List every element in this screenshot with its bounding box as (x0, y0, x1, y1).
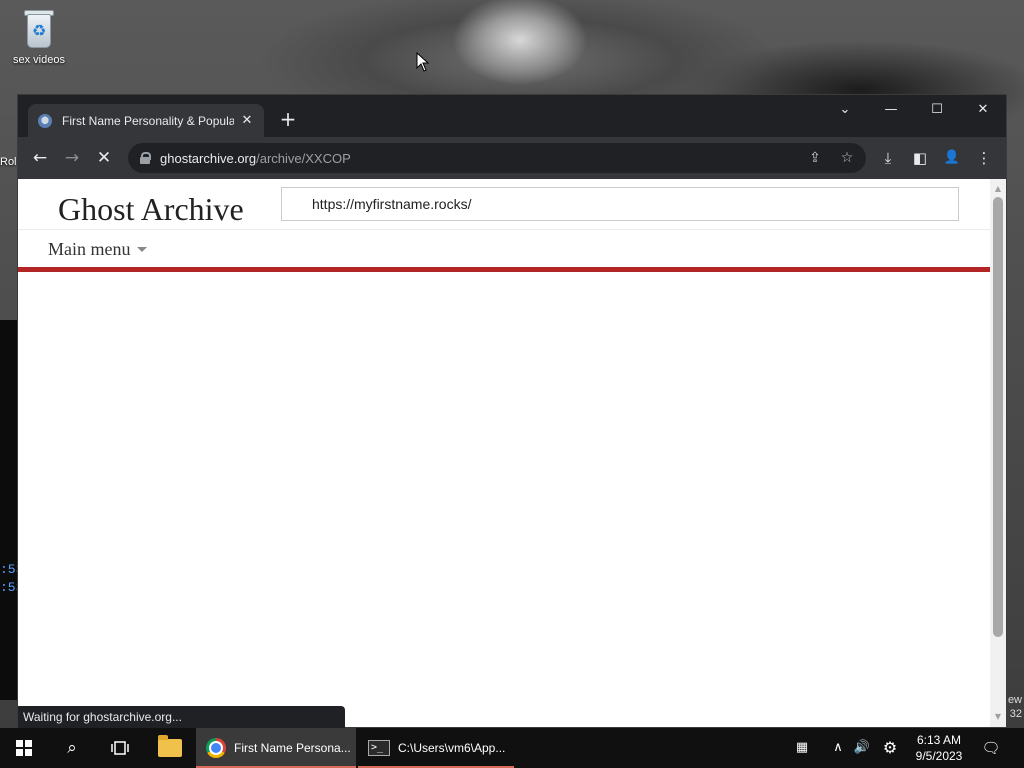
tab-title: First Name Personality & Popular (62, 113, 234, 128)
taskbar-item-label: C:\Users\vm6\App... (398, 741, 506, 755)
clock-date: 9/5/2023 (915, 749, 963, 763)
folder-icon (158, 735, 182, 757)
browser-tab-active[interactable]: First Name Personality & Popular ✕ (28, 104, 264, 137)
chrome-menu-icon[interactable]: ⋮ (972, 146, 996, 170)
background-window-edge (0, 320, 18, 700)
notifications-icon[interactable]: 🗨 (978, 728, 1004, 768)
side-panel-icon[interactable]: ◧ (908, 146, 932, 170)
ghostarchive-favicon-icon (38, 113, 52, 128)
search-button[interactable]: ⌕ (48, 728, 96, 768)
download-icon[interactable]: ⤓ (876, 146, 900, 170)
browser-window: First Name Personality & Popular ✕ + ⌄ —… (18, 95, 1006, 728)
tab-search-button[interactable]: ⌄ (822, 95, 868, 125)
taskbar-item-label: First Name Persona... (234, 741, 351, 755)
scroll-up-arrow-icon[interactable]: ▲ (990, 181, 1006, 197)
back-button[interactable]: ← (28, 146, 52, 170)
forward-button[interactable]: → (60, 146, 84, 170)
browser-titlebar: First Name Personality & Popular ✕ + ⌄ —… (18, 95, 1006, 137)
news-widget-icon[interactable]: ▦ (790, 728, 814, 768)
desktop-fragment-text: ew (1007, 694, 1022, 706)
scroll-down-arrow-icon[interactable]: ▼ (990, 709, 1006, 725)
main-menu-button[interactable]: Main menu (48, 239, 147, 260)
task-view-icon (111, 741, 129, 755)
recycle-bin-shortcut[interactable]: ♻ sex videos (8, 8, 70, 66)
web-page: Ghost Archive https://myfirstname.rocks/… (18, 179, 990, 727)
new-tab-button[interactable]: + (276, 107, 300, 131)
clock-time: 6:13 AM (916, 733, 962, 747)
desktop-fragment-text: 32 (1009, 708, 1022, 720)
minimize-button[interactable]: — (868, 95, 914, 125)
search-icon: ⌕ (67, 738, 77, 758)
desktop-fragment-text: :53 (0, 562, 24, 577)
file-explorer-button[interactable] (146, 728, 194, 768)
header-rule (18, 267, 990, 272)
taskbar-terminal-window[interactable]: >_ C:\Users\vm6\App... (358, 728, 514, 768)
url-host: ghostarchive.org (160, 150, 257, 166)
profile-icon[interactable]: 👤 (940, 146, 964, 170)
desktop-fragment-text: :53 (0, 580, 24, 595)
caret-down-icon (136, 247, 147, 252)
archive-url-input[interactable]: https://myfirstname.rocks/ (281, 187, 959, 221)
settings-gear-icon[interactable]: ⚙ (878, 728, 902, 768)
taskbar: ⌕ First Name Persona... >_ C:\Users\vm6\… (0, 728, 1024, 768)
terminal-icon: >_ (368, 740, 390, 756)
main-menu-label: Main menu (48, 239, 131, 259)
scrollbar-thumb[interactable] (993, 197, 1003, 637)
desktop-fragment-text: Rol (0, 156, 17, 168)
lock-icon[interactable] (140, 152, 151, 164)
site-title[interactable]: Ghost Archive (58, 191, 244, 228)
volume-icon[interactable]: 🔊 (850, 728, 874, 768)
stop-loading-button[interactable]: ✕ (92, 146, 116, 170)
desktop-icon-label: sex videos (13, 54, 65, 66)
task-view-button[interactable] (96, 728, 144, 768)
taskbar-chrome-window[interactable]: First Name Persona... (196, 728, 356, 768)
share-icon[interactable]: ⇪ (806, 149, 824, 167)
start-button[interactable] (0, 728, 48, 768)
url-path: /archive/XXCOP (256, 150, 351, 166)
browser-toolbar: ← → ✕ ghostarchive.org/archive/XXCOP ⇪ ☆… (18, 137, 1006, 179)
close-window-button[interactable]: ✕ (960, 95, 1006, 125)
maximize-button[interactable]: ☐ (914, 95, 960, 125)
windows-logo-icon (16, 740, 32, 756)
divider (18, 229, 990, 230)
tab-close-icon[interactable]: ✕ (240, 113, 254, 128)
page-scrollbar[interactable]: ▲ ▼ (990, 179, 1006, 727)
mouse-cursor-icon (416, 52, 430, 72)
recycle-bin-icon: ♻ (21, 8, 57, 50)
chrome-icon (206, 738, 226, 758)
status-bubble: Waiting for ghostarchive.org... (18, 706, 345, 728)
address-bar[interactable]: ghostarchive.org/archive/XXCOP ⇪ ☆ (128, 143, 866, 173)
taskbar-clock[interactable]: 6:13 AM 9/5/2023 (908, 732, 970, 764)
show-hidden-icons-chevron-icon[interactable]: ∧ (828, 728, 848, 768)
bookmark-star-icon[interactable]: ☆ (838, 149, 856, 167)
